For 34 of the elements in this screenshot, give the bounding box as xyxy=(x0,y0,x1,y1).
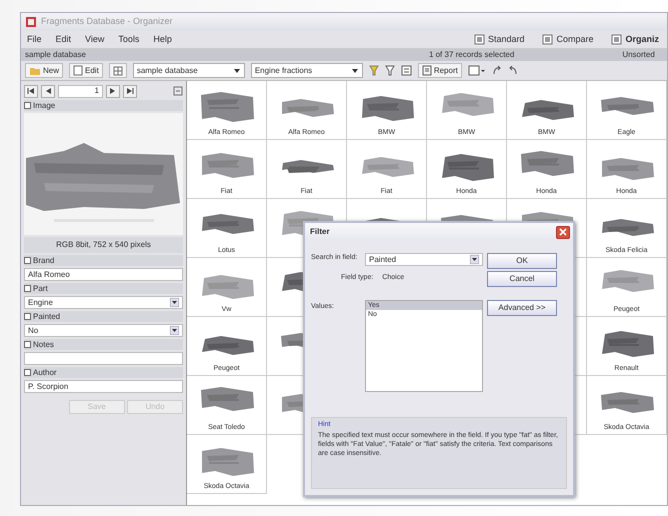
view-select[interactable]: Engine fractions xyxy=(250,63,363,78)
view-button[interactable]: Standard xyxy=(472,32,526,46)
window-title: Fragments Database - Organizer xyxy=(41,15,173,28)
dropdown[interactable]: No xyxy=(24,324,183,337)
image-info: RGB 8bit, 752 x 540 pixels xyxy=(56,240,151,249)
field-label: Author xyxy=(33,367,57,378)
menu-item[interactable]: View xyxy=(85,32,104,46)
menu-item[interactable]: File xyxy=(27,32,42,46)
report-button[interactable]: Report xyxy=(418,63,462,78)
selection-count: 1 of 37 records selected xyxy=(428,49,514,61)
menu-item[interactable]: Edit xyxy=(56,32,72,46)
database-select[interactable]: sample database xyxy=(132,63,245,78)
view-button[interactable]: Organiz xyxy=(609,32,661,46)
edit-button[interactable]: Edit xyxy=(69,63,103,78)
dropdown[interactable]: Engine xyxy=(24,296,183,309)
ok-button[interactable]: OK xyxy=(487,253,557,269)
field-label: Notes xyxy=(33,339,54,350)
menu-item[interactable]: Help xyxy=(153,32,172,46)
input-field[interactable]: Alfa Romeo xyxy=(24,268,183,281)
input-field[interactable]: P. Scorpion xyxy=(24,380,183,393)
cancel-button[interactable]: Cancel xyxy=(487,271,557,288)
dropdown[interactable]: Painted xyxy=(365,253,483,266)
view-button[interactable]: Compare xyxy=(540,32,596,46)
new-button[interactable]: New xyxy=(25,63,64,78)
sort-status: Unsorted xyxy=(622,49,655,61)
menu-item[interactable]: Tools xyxy=(118,32,140,46)
field-label: Painted xyxy=(33,311,60,322)
dialog-title: Filter xyxy=(310,226,330,238)
database-name: sample database xyxy=(25,49,86,61)
record-field[interactable]: 1 xyxy=(58,84,103,98)
field-label: Image xyxy=(33,100,56,111)
field-label: Part xyxy=(33,283,48,294)
field-label: Brand xyxy=(33,255,54,266)
advanced-button[interactable]: Advanced >> xyxy=(487,300,557,316)
